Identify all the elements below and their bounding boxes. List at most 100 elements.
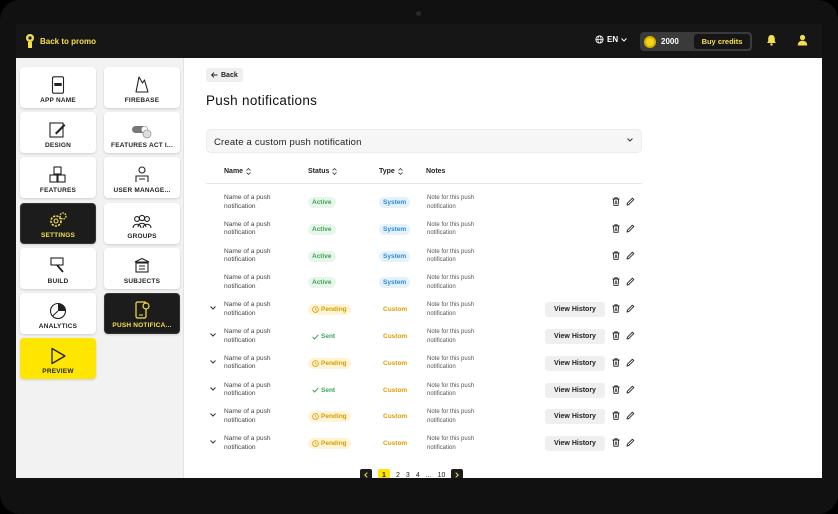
chevron-down-icon [627,138,633,142]
column-header-type[interactable]: Type [379,168,403,175]
expand-row-icon[interactable] [210,386,216,391]
notification-note: Note for this push notification [427,195,475,210]
status-badge: Pending [308,304,351,316]
pagination-prev-button[interactable] [360,469,372,478]
subjects-icon [134,257,150,273]
nav-item-design[interactable]: DESIGN [20,112,96,153]
pencil-icon[interactable] [626,385,635,394]
trash-icon[interactable] [612,438,620,447]
accordion-title: Create a custom push notification [214,137,362,148]
column-header-notes: Notes [426,168,445,175]
view-history-button[interactable]: View History [545,382,605,398]
pencil-icon[interactable] [626,438,635,447]
chevron-left-icon [364,472,368,478]
design-icon [49,122,66,138]
nav-item-preview[interactable]: PREVIEW [20,338,96,379]
trash-icon[interactable] [612,411,620,421]
trash-icon[interactable] [612,224,620,233]
pencil-icon[interactable] [626,277,635,286]
expand-row-icon[interactable] [210,440,216,444]
notification-note: Note for this push notification [427,275,475,290]
trash-icon[interactable] [612,384,620,394]
trash-icon[interactable] [612,358,620,367]
column-header-status[interactable]: Status [308,168,338,175]
pencil-icon[interactable] [626,224,635,233]
pencil-icon[interactable] [626,304,635,313]
top-bar: Back to promo EN 2000 Buy credits [16,24,822,58]
back-to-promo-link[interactable]: Back to promo [24,33,96,49]
nav-item-settings[interactable]: SETTINGS [20,203,96,244]
column-header-name[interactable]: Name [224,168,251,175]
nav-item-app-name[interactable]: APP NAME [20,67,96,108]
table-row: Name of a push notification Active System N… [206,216,642,243]
type-badge: Custom [379,331,412,342]
type-label: Custom [383,386,408,394]
bell-icon[interactable] [766,34,777,46]
language-selector[interactable]: EN [595,35,627,44]
trash-icon[interactable] [612,277,620,287]
nav-label: FEATURES [39,187,77,194]
subnav-item-groups[interactable]: GROUPS [104,203,180,244]
nav-label: SUBJECTS [123,278,161,285]
gear-icon [50,212,67,227]
nav-item-build[interactable]: BUILD [20,248,96,289]
pagination-page[interactable]: 1 [378,469,390,478]
trash-icon[interactable] [612,331,620,340]
type-label: System [383,252,407,260]
type-label: Custom [383,306,408,314]
pencil-icon[interactable] [626,331,635,340]
pagination-next-button[interactable] [451,469,464,478]
table-row: Name of a push notification Active System N… [206,269,642,296]
chevron-down-icon [621,37,627,42]
notification-note: Note for this push notification [427,382,475,398]
view-history-button[interactable]: View History [545,329,605,344]
trash-icon[interactable] [612,304,620,313]
primary-sidebar: APP NAME DESIGN FEATURES SETTINGS BUILD … [16,58,102,478]
create-notification-accordion[interactable]: Create a custom push notification [206,129,642,153]
back-button[interactable]: Back [206,68,243,82]
nav-item-features[interactable]: FEATURES [20,157,96,198]
pagination-page[interactable]: 4 [416,472,420,479]
subnav-item-features-activation[interactable]: FEATURES ACT I... [104,112,180,153]
subnav-item-subjects[interactable]: SUBJECTS [104,248,180,289]
view-history-button[interactable]: View History [545,355,605,371]
pencil-icon[interactable] [626,251,635,260]
trash-icon[interactable] [612,197,620,206]
pagination: 1 2 3 4 ... 10 [360,469,464,479]
subnav-item-firebase[interactable]: FIREBASE [104,67,180,108]
pencil-icon[interactable] [626,411,635,420]
expand-row-icon[interactable] [210,413,216,418]
expand-row-icon[interactable] [210,333,216,337]
table-row: Name of a push notification Active System N… [206,243,642,270]
subnav-item-push-notifications[interactable]: PUSH NOTIFICA... [104,293,180,334]
status-badge: Pending [308,438,351,450]
notification-note: Note for this push notification [427,409,475,424]
view-history-button[interactable]: View History [545,436,605,452]
column-label: Status [308,168,330,175]
pagination-page[interactable]: 2 [396,472,400,479]
buy-credits-button[interactable]: Buy credits [694,34,750,49]
type-label: Custom [383,359,408,367]
view-history-button[interactable]: View History [545,302,605,318]
pagination-page[interactable]: 10 [438,472,446,479]
nav-label: DESIGN [44,142,72,149]
view-history-button[interactable]: View History [545,409,605,425]
pencil-icon[interactable] [626,358,635,367]
nav-label: BUILD [47,278,69,285]
check-icon [312,333,319,340]
type-badge: System [379,223,411,235]
status-label: Pending [321,440,347,448]
brand-logo-icon [26,34,34,48]
pencil-icon[interactable] [626,197,635,206]
user-manage-icon [135,166,149,182]
pagination-page[interactable]: 3 [406,472,410,479]
subnav-item-user-management[interactable]: USER MANAGE... [104,157,180,198]
notification-name: Name of a push notification [224,435,271,451]
expand-row-icon[interactable] [210,306,216,310]
trash-icon[interactable] [612,250,620,260]
expand-row-icon[interactable] [210,359,216,364]
nav-item-analytics[interactable]: ANALYTICS [20,293,96,334]
notification-note: Note for this push notification [427,436,475,451]
type-label: System [383,199,407,206]
user-account-icon[interactable] [797,34,808,46]
